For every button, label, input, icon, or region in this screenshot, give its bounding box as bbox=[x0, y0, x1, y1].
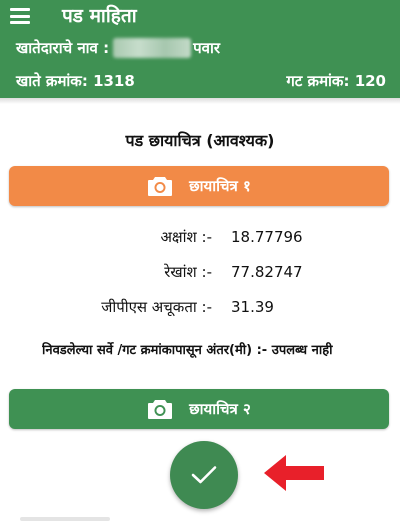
camera-icon bbox=[148, 177, 173, 196]
check-icon bbox=[191, 466, 217, 484]
gat-number: 120 bbox=[354, 72, 386, 90]
gps-accuracy-label: जीपीएस अचूकता :- bbox=[101, 298, 212, 316]
bottom-partial-element bbox=[20, 517, 110, 521]
account-label: खाते क्रमांक: bbox=[16, 72, 88, 90]
photo-2-label: छायाचित्र २ bbox=[189, 400, 251, 418]
photo-2-button[interactable]: छायाचित्र २ bbox=[9, 389, 389, 429]
account-number: 1318 bbox=[93, 72, 135, 90]
photo-1-label: छायाचित्र १ bbox=[189, 177, 251, 195]
hamburger-menu-icon[interactable] bbox=[10, 8, 30, 24]
distance-text: निवडलेल्या सर्वे /गट क्रमांकापासून अंतर(… bbox=[42, 343, 333, 358]
page-title: पड माहिता bbox=[62, 5, 137, 27]
header-shadow bbox=[0, 98, 400, 104]
gat-number-row: गट क्रमांक: 120 bbox=[286, 70, 386, 92]
gat-label: गट क्रमांक: bbox=[286, 72, 350, 90]
photo-section-title: पड छायाचित्र (आवश्यक) bbox=[125, 131, 275, 150]
photo-1-button[interactable]: छायाचित्र १ bbox=[9, 166, 389, 206]
longitude-label: रेखांश :- bbox=[164, 263, 212, 281]
account-number-row: खाते क्रमांक: 1318 bbox=[16, 70, 135, 92]
red-arrow-icon bbox=[264, 455, 324, 491]
latitude-value: 18.77796 bbox=[231, 228, 303, 246]
latitude-label: अक्षांश :- bbox=[160, 228, 212, 246]
owner-name-row: खातेदाराचे नाव : पवार bbox=[16, 37, 220, 59]
longitude-value: 77.82747 bbox=[231, 263, 303, 281]
owner-label: खातेदाराचे नाव : bbox=[16, 39, 110, 57]
camera-icon bbox=[148, 400, 173, 419]
confirm-fab-button[interactable] bbox=[170, 441, 238, 509]
owner-name-redacted bbox=[113, 38, 192, 58]
app-header: पड माहिता खातेदाराचे नाव : पवार खाते क्र… bbox=[0, 0, 400, 98]
owner-surname: पवार bbox=[193, 39, 220, 57]
gps-accuracy-value: 31.39 bbox=[231, 298, 274, 316]
